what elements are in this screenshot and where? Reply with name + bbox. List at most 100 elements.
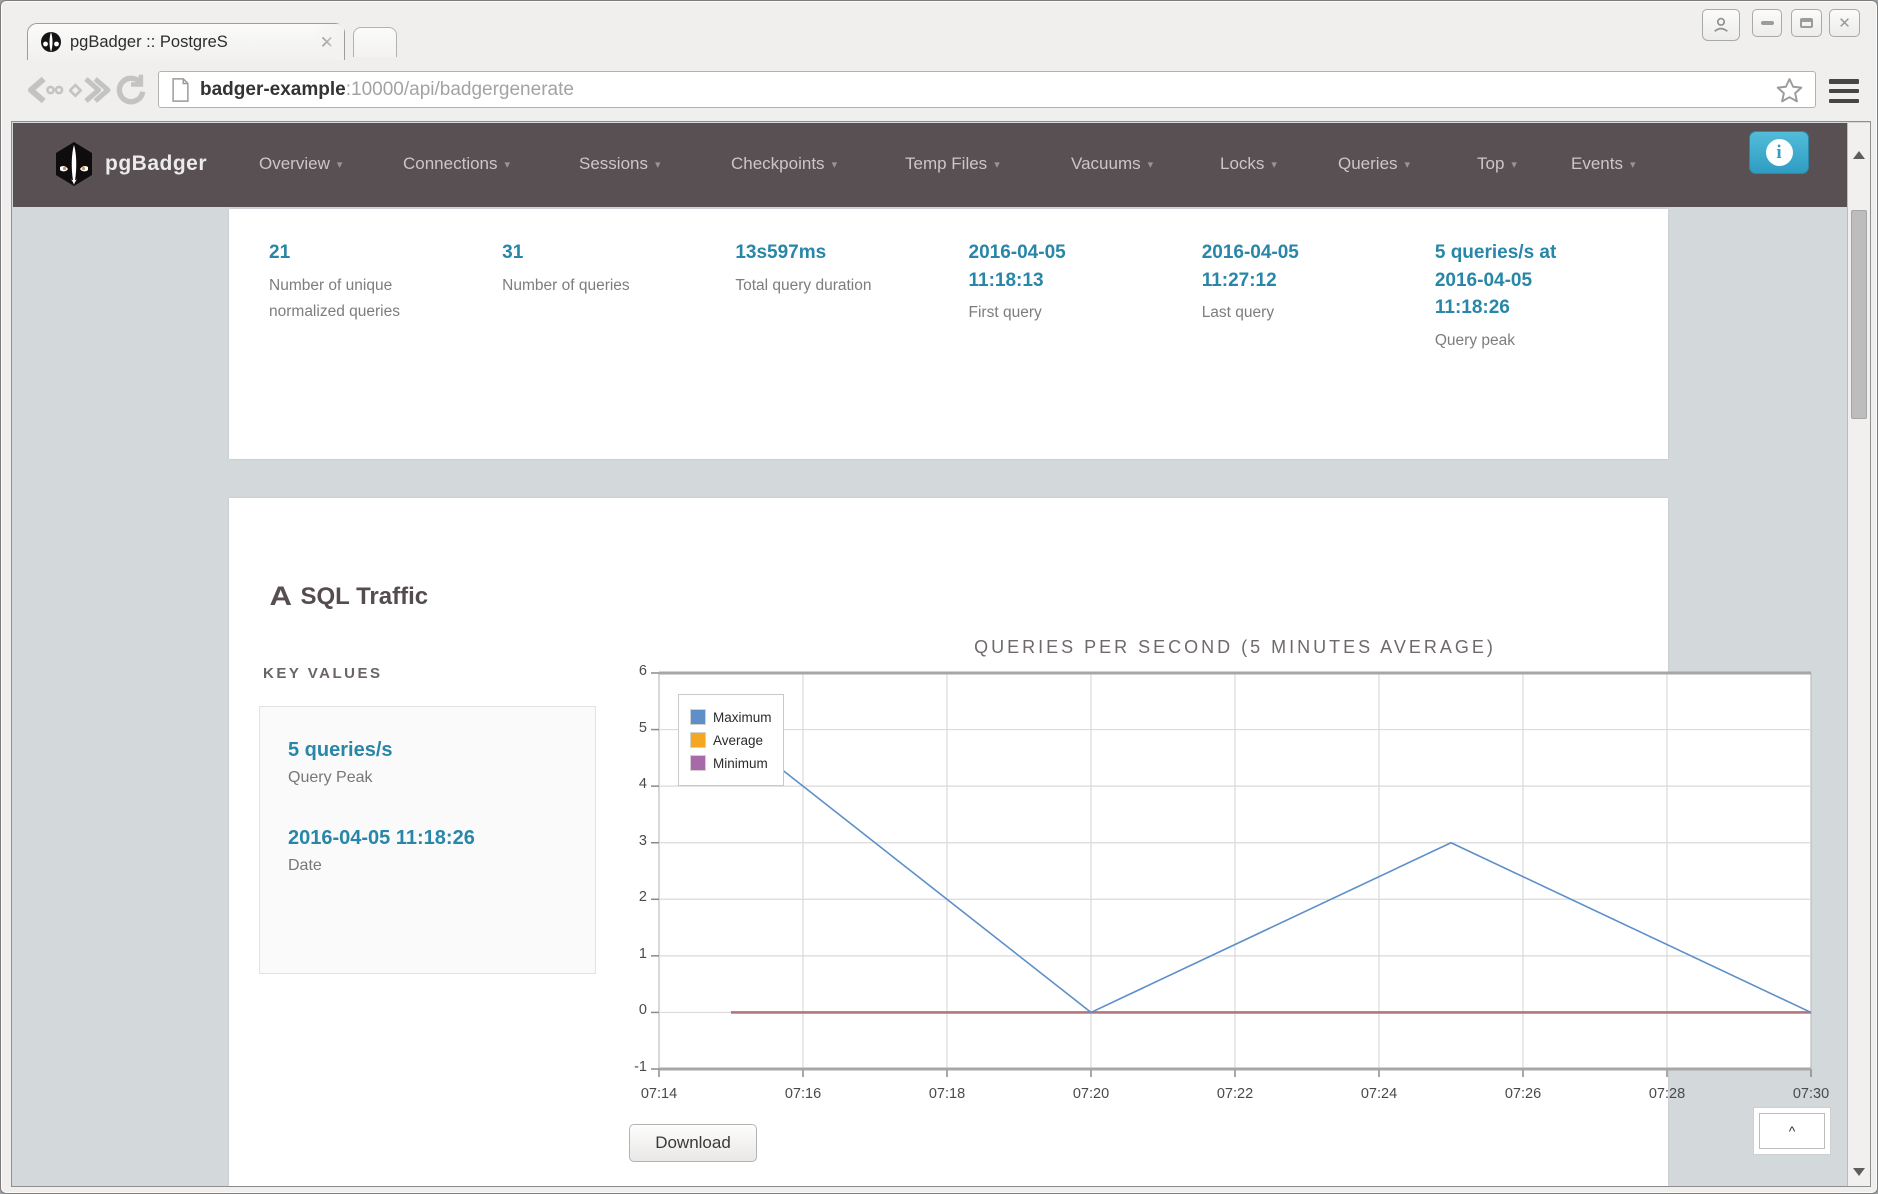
- download-button[interactable]: Download: [629, 1124, 757, 1162]
- caret-up-icon: ^: [1759, 1113, 1825, 1149]
- stat-first-query: 2016-04-05 11:18:13 First query: [969, 239, 1202, 354]
- reload-icon: [113, 71, 149, 107]
- scrollbar-up-arrow[interactable]: [1848, 145, 1870, 165]
- y-tick-label: 6: [601, 663, 647, 679]
- chart-plot: [601, 631, 1821, 1116]
- nav-item-checkpoints[interactable]: Checkpoints▾: [731, 154, 837, 174]
- x-tick-label: 07:24: [1337, 1086, 1421, 1102]
- y-tick-label: 5: [601, 720, 647, 736]
- window-close-button[interactable]: ✕: [1829, 9, 1860, 37]
- chevron-down-icon: ▾: [1148, 158, 1154, 171]
- nav-item-top[interactable]: Top▾: [1477, 154, 1517, 174]
- minimum-swatch-icon: [690, 755, 706, 771]
- nav-item-events[interactable]: Events▾: [1571, 154, 1636, 174]
- user-profile-button[interactable]: [1702, 9, 1740, 41]
- bookmark-star-icon[interactable]: [1776, 77, 1803, 103]
- tab-title-fade: [310, 24, 344, 60]
- nav-item-sessions[interactable]: Sessions▾: [579, 154, 661, 174]
- tab-title: pgBadger :: PostgreS: [70, 33, 314, 52]
- nav-item-temp-files[interactable]: Temp Files▾: [905, 154, 1000, 174]
- back-icon: [19, 73, 65, 107]
- x-tick-label: 07:14: [617, 1086, 701, 1102]
- nav-item-vacuums[interactable]: Vacuums▾: [1071, 154, 1153, 174]
- sql-traffic-heading: A SQL Traffic: [271, 581, 428, 612]
- x-tick-label: 07:26: [1481, 1086, 1565, 1102]
- chevron-down-icon: ▾: [1511, 158, 1517, 171]
- section-glyph-icon: A: [270, 581, 292, 612]
- stat-total-duration: 13s597ms Total query duration: [735, 239, 968, 354]
- chart-legend: Maximum Average Minimum: [678, 694, 784, 786]
- maximize-button[interactable]: [1791, 9, 1822, 37]
- chevron-down-icon: ▾: [1630, 158, 1636, 171]
- queries-per-second-chart: QUERIES PER SECOND (5 MINUTES AVERAGE) 0…: [601, 631, 1821, 1116]
- menu-button[interactable]: [1829, 79, 1859, 103]
- stat-last-query: 2016-04-05 11:27:12 Last query: [1202, 239, 1435, 354]
- legend-item-average: Average: [690, 732, 772, 748]
- triangle-up-icon: [1853, 151, 1865, 159]
- close-icon: ✕: [1838, 14, 1851, 32]
- forward-button[interactable]: [69, 73, 113, 112]
- maximum-swatch-icon: [690, 709, 706, 725]
- y-tick-label: 2: [601, 889, 647, 905]
- new-tab-button[interactable]: [353, 27, 397, 57]
- nav-item-locks[interactable]: Locks▾: [1220, 154, 1277, 174]
- key-values-heading: KEY VALUES: [263, 665, 382, 682]
- legend-item-maximum: Maximum: [690, 709, 772, 725]
- stat-query-peak: 5 queries/s at 2016-04-05 11:18:26 Query…: [1435, 239, 1668, 354]
- section-title: SQL Traffic: [301, 583, 429, 611]
- brand-name: pgBadger: [105, 152, 207, 176]
- key-value-date: 2016-04-05 11:18:26 Date: [288, 827, 575, 875]
- chevron-down-icon: ▾: [505, 158, 511, 171]
- url-text: badger-example:10000/api/badgergenerate: [200, 79, 1776, 101]
- x-tick-label: 07:16: [761, 1086, 845, 1102]
- x-tick-label: 07:30: [1769, 1086, 1853, 1102]
- y-tick-label: 1: [601, 946, 647, 962]
- url-bar[interactable]: badger-example:10000/api/badgergenerate: [158, 71, 1816, 108]
- key-value-query-peak: 5 queries/s Query Peak: [288, 739, 575, 787]
- person-icon: [1712, 16, 1730, 34]
- back-button[interactable]: [19, 73, 65, 112]
- legend-item-minimum: Minimum: [690, 755, 772, 771]
- nav-item-queries[interactable]: Queries▾: [1338, 154, 1410, 174]
- chevron-down-icon: ▾: [655, 158, 661, 171]
- page-icon: [171, 78, 190, 102]
- scrollbar-down-arrow[interactable]: [1848, 1162, 1870, 1182]
- info-icon: i: [1766, 139, 1793, 166]
- y-tick-label: 0: [601, 1002, 647, 1018]
- info-button[interactable]: i: [1749, 131, 1809, 174]
- scroll-to-top-button[interactable]: ^: [1753, 1107, 1831, 1155]
- x-tick-label: 07:20: [1049, 1086, 1133, 1102]
- browser-tab[interactable]: pgBadger :: PostgreS ✕: [27, 23, 345, 60]
- y-tick-label: -1: [601, 1059, 647, 1075]
- y-tick-label: 4: [601, 776, 647, 792]
- page-scrollbar[interactable]: [1847, 123, 1870, 1186]
- stat-number-of-queries: 31 Number of queries: [502, 239, 735, 354]
- chevron-down-icon: ▾: [1271, 158, 1277, 171]
- stats-row: 21 Number of unique normalized queries 3…: [229, 209, 1668, 354]
- y-tick-label: 3: [601, 833, 647, 849]
- minimize-icon: [1761, 21, 1774, 25]
- reload-button[interactable]: [113, 71, 149, 112]
- chevron-down-icon: ▾: [994, 158, 1000, 171]
- triangle-down-icon: [1853, 1168, 1865, 1176]
- url-path: :10000/api/badgergenerate: [346, 79, 574, 100]
- nav-item-overview[interactable]: Overview▾: [259, 154, 342, 174]
- chart-title: QUERIES PER SECOND (5 MINUTES AVERAGE): [659, 637, 1811, 658]
- x-tick-label: 07:28: [1625, 1086, 1709, 1102]
- maximize-icon: [1800, 18, 1813, 28]
- pgbadger-favicon: [40, 31, 62, 53]
- forward-icon: [69, 73, 113, 107]
- chevron-down-icon: ▾: [337, 158, 343, 171]
- url-host: badger-example: [200, 79, 346, 100]
- chevron-down-icon: ▾: [1405, 158, 1411, 171]
- stat-unique-queries: 21 Number of unique normalized queries: [269, 239, 502, 354]
- chevron-down-icon: ▾: [832, 158, 838, 171]
- overview-stats-card: 21 Number of unique normalized queries 3…: [229, 209, 1668, 459]
- x-tick-label: 07:22: [1193, 1086, 1277, 1102]
- pgbadger-logo-icon: [53, 141, 95, 192]
- nav-item-connections[interactable]: Connections▾: [403, 154, 510, 174]
- average-swatch-icon: [690, 732, 706, 748]
- scrollbar-thumb[interactable]: [1851, 210, 1867, 419]
- minimize-button[interactable]: [1752, 9, 1782, 37]
- browser-window: pgBadger :: PostgreS ✕ ✕ badger-example:…: [0, 0, 1878, 1194]
